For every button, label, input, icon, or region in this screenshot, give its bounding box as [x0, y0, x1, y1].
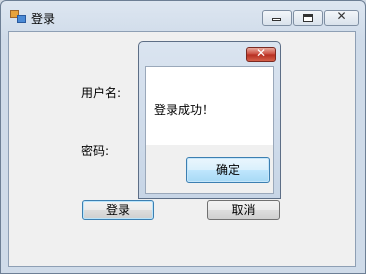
username-label: 用户名:	[81, 86, 122, 100]
dialog-close-button[interactable]: ✕	[246, 46, 276, 62]
login-button[interactable]: 登录	[82, 200, 154, 220]
message-box: ✕ 登录成功！ 确定	[138, 41, 281, 199]
minimize-icon	[272, 18, 281, 21]
close-button[interactable]: ✕	[324, 9, 359, 26]
password-label: 密码:	[81, 144, 110, 158]
window-title: 登录	[31, 12, 56, 26]
minimize-button[interactable]	[262, 10, 292, 26]
title-bar[interactable]: 登录 ✕	[1, 1, 365, 31]
app-icon	[10, 10, 26, 24]
close-icon: ✕	[255, 46, 267, 60]
maximize-button[interactable]	[293, 10, 323, 26]
close-icon: ✕	[336, 9, 347, 23]
ok-button[interactable]: 确定	[186, 157, 270, 183]
maximize-icon	[303, 14, 313, 22]
message-box-body: 登录成功！ 确定	[145, 66, 274, 194]
message-text: 登录成功！	[154, 103, 215, 117]
cancel-button[interactable]: 取消	[207, 200, 280, 220]
